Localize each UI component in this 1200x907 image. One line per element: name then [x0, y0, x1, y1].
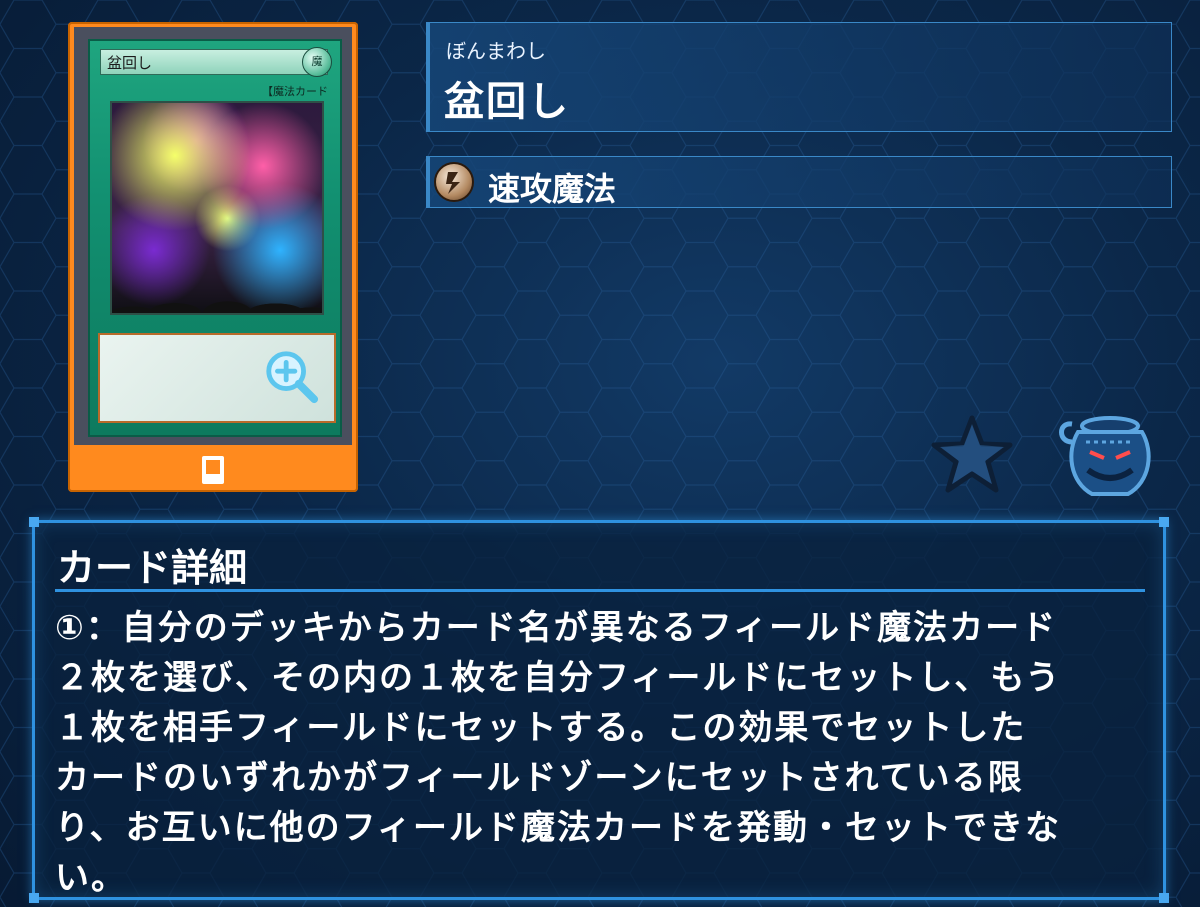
card-icon: [202, 456, 224, 484]
card-text-box: [98, 333, 336, 423]
quick-play-spell-icon: [434, 162, 474, 202]
detail-divider: [55, 589, 1145, 592]
detail-title: カード詳細: [57, 546, 248, 590]
card-attribute-icon: 魔: [302, 47, 332, 77]
card-name: 盆回し: [444, 79, 570, 125]
panel-corner: [29, 517, 39, 527]
card-type-label: 速攻魔法: [488, 170, 617, 208]
card-name-ruby: ぼんまわし: [446, 39, 546, 63]
card-artwork: [110, 101, 324, 315]
card-image[interactable]: 盆回し 魔 【魔法カード: [74, 27, 352, 445]
card-art-type-line: 【魔法カード: [262, 85, 328, 98]
card-detail-panel[interactable]: カード詳細 ①：自分のデッキからカード名が異なるフィールド魔法カード ２枚を選び…: [29, 517, 1169, 903]
panel-corner: [1159, 893, 1169, 903]
card-type-panel: 速攻魔法: [426, 156, 1172, 208]
card-image-frame[interactable]: 盆回し 魔 【魔法カード: [68, 22, 358, 492]
card-art-name: 盆回し: [100, 49, 328, 75]
panel-corner: [29, 893, 39, 903]
card-effect-text: ①：自分のデッキからカード名が異なるフィールド魔法カード ２枚を選び、その内の１…: [55, 608, 1062, 898]
zoom-in-icon[interactable]: [262, 347, 320, 405]
card-footer: [68, 448, 358, 492]
pot-of-greed-icon[interactable]: [1056, 412, 1156, 500]
card-body: 盆回し 魔 【魔法カード: [88, 39, 342, 437]
star-icon[interactable]: [930, 414, 1014, 494]
card-name-panel: ぼんまわし 盆回し: [426, 22, 1172, 132]
panel-corner: [1159, 517, 1169, 527]
